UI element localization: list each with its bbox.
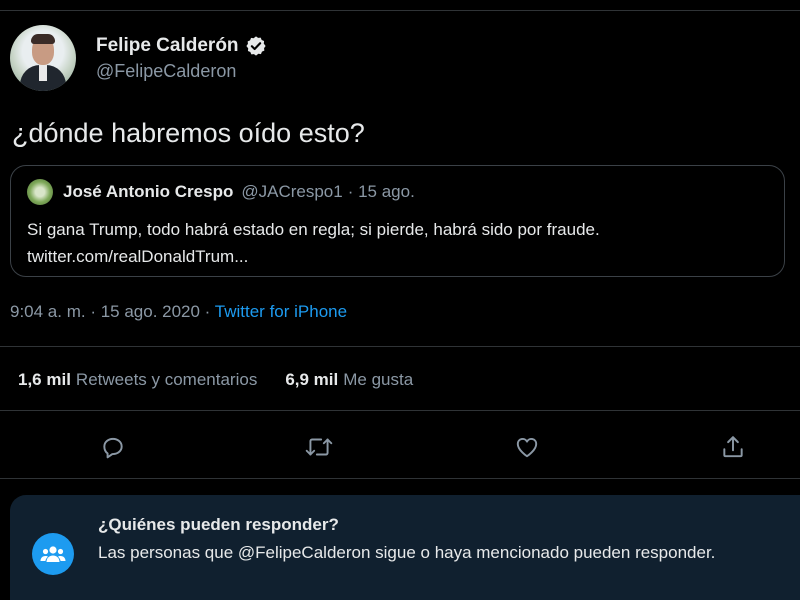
likes-count: 6,9 mil	[285, 370, 339, 389]
quoted-author-handle: @JACrespo1	[241, 182, 343, 201]
verified-badge-icon	[245, 35, 266, 56]
quoted-tweet-link: twitter.com/realDonaldTrum...	[27, 247, 249, 266]
retweets-stat[interactable]: 1,6 mil Retweets y comentarios	[18, 370, 257, 390]
quoted-tweet[interactable]: José Antonio Crespo @JACrespo1 · 15 ago.…	[10, 165, 785, 277]
likes-stat[interactable]: 6,9 mil Me gusta	[285, 370, 413, 390]
retweet-icon[interactable]	[302, 430, 336, 464]
author-name[interactable]: Felipe Calderón	[96, 35, 239, 57]
quoted-tweet-date: · 15 ago.	[347, 182, 415, 201]
notice-body: Las personas que @FelipeCalderon sigue o…	[98, 543, 716, 562]
quoted-author-avatar	[27, 179, 53, 205]
author-avatar[interactable]	[10, 25, 76, 91]
tweet-meta: 9:04 a. m. · 15 ago. 2020 · Twitter for …	[10, 302, 347, 322]
tweet-header: Felipe Calderón @FelipeCalderon	[10, 25, 267, 91]
quoted-tweet-text: Si gana Trump, todo habrá estado en regl…	[27, 220, 600, 239]
author-names: Felipe Calderón @FelipeCalderon	[96, 35, 267, 82]
actions-bottom-divider	[0, 478, 800, 479]
quoted-tweet-body: Si gana Trump, todo habrá estado en regl…	[27, 216, 770, 270]
quoted-author-name: José Antonio Crespo	[63, 182, 234, 201]
top-divider	[0, 10, 800, 11]
like-icon[interactable]	[510, 430, 544, 464]
reply-icon[interactable]	[96, 430, 130, 464]
tweet-stats: 1,6 mil Retweets y comentarios 6,9 mil Me …	[18, 370, 413, 390]
tweet-source-link[interactable]: Twitter for iPhone	[215, 302, 347, 321]
stats-top-divider	[0, 346, 800, 347]
author-handle[interactable]: @FelipeCalderon	[96, 61, 267, 82]
likes-label: Me gusta	[343, 370, 414, 389]
share-icon[interactable]	[716, 430, 750, 464]
retweets-label: Retweets y comentarios	[75, 370, 258, 389]
tweet-actions	[0, 430, 800, 464]
reply-restriction-notice: ¿Quiénes pueden responder? Las personas …	[10, 495, 800, 600]
quoted-tweet-header: José Antonio Crespo @JACrespo1 · 15 ago.	[27, 179, 415, 205]
notice-title: ¿Quiénes pueden responder?	[98, 515, 339, 534]
people-icon	[32, 533, 74, 575]
tweet-text: ¿dónde habremos oído esto?	[12, 118, 365, 148]
stats-bottom-divider	[0, 410, 800, 411]
tweet-timestamp[interactable]: 9:04 a. m. · 15 ago. 2020 ·	[10, 302, 210, 321]
retweets-count: 1,6 mil	[18, 370, 71, 389]
